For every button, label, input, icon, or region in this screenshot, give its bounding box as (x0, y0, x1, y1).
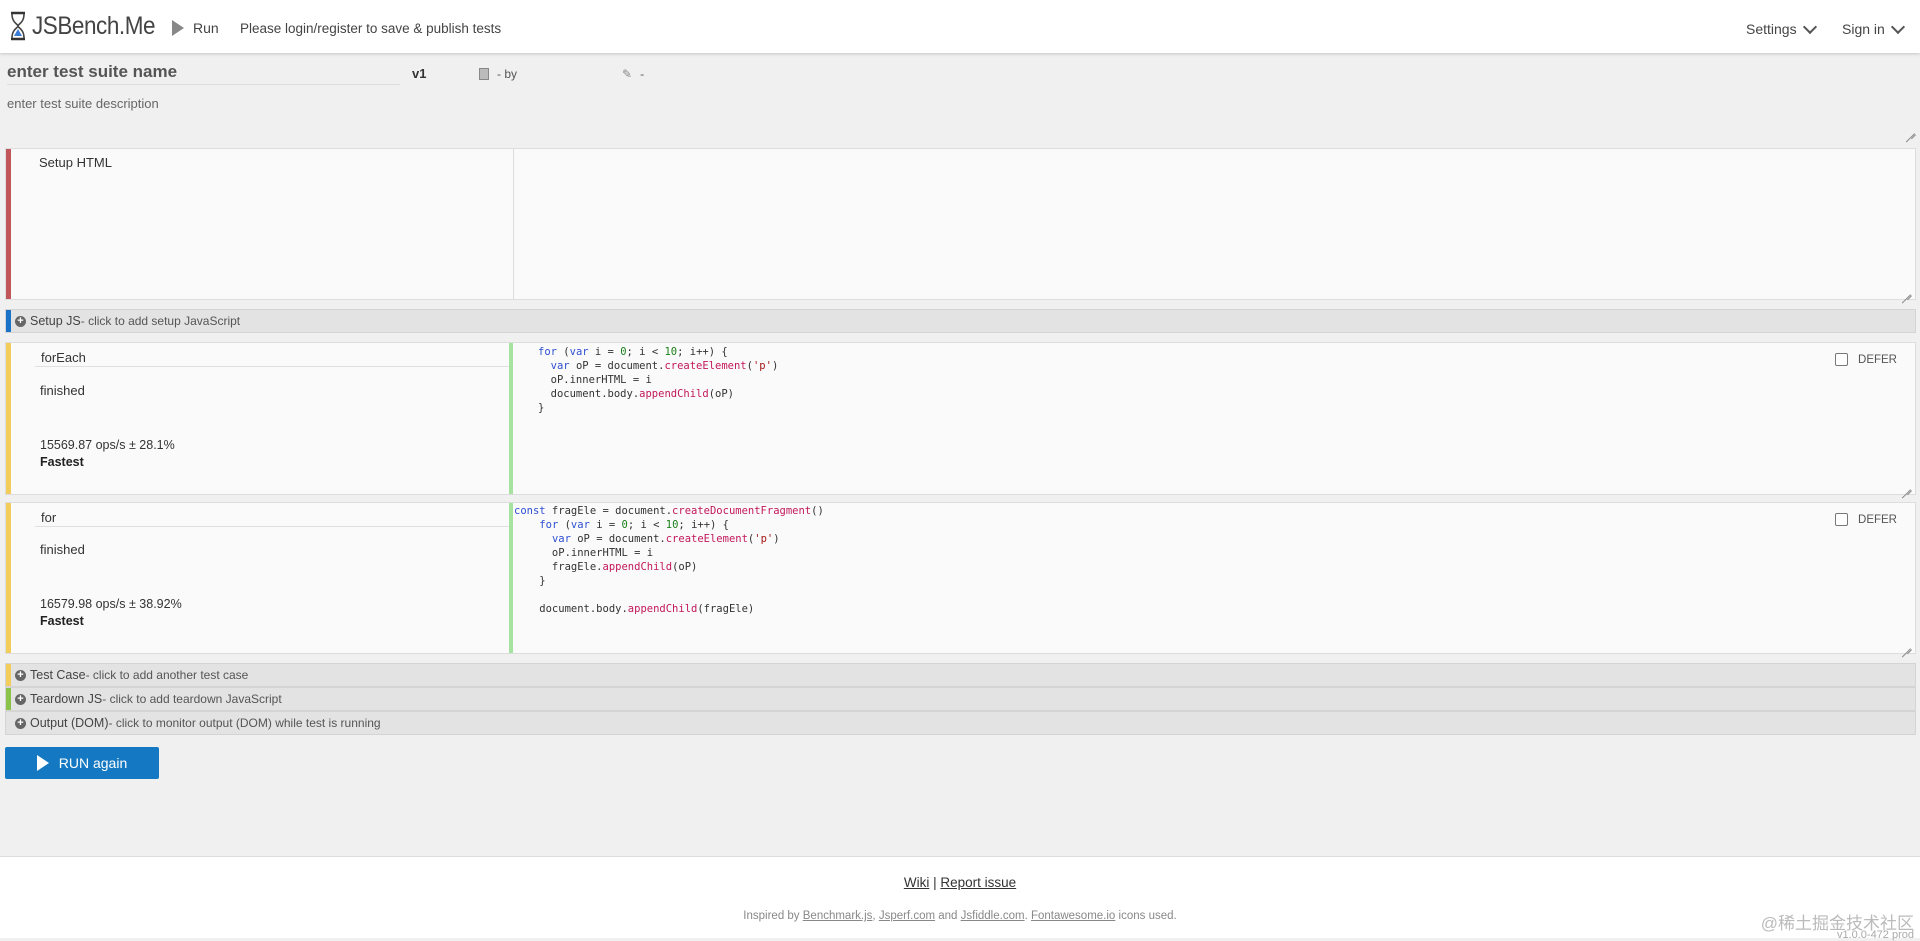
test-case-accent (6, 343, 11, 494)
test-case-panel: finished 16579.98 ops/s ± 38.92% Fastest… (5, 502, 1916, 654)
plus-circle-icon: + (15, 693, 26, 705)
defer-option[interactable]: DEFER (1835, 513, 1897, 526)
defer-label: DEFER (1858, 353, 1897, 366)
teardown-js-row[interactable]: + Teardown JS - click to add teardown Ja… (5, 687, 1916, 711)
jsfiddle-link[interactable]: Jsfiddle.com (961, 910, 1025, 922)
plus-circle-icon: + (15, 669, 26, 681)
plus-circle-icon: + (15, 717, 26, 729)
play-icon (36, 755, 49, 771)
footer-separator: | (933, 875, 937, 890)
benchmarkjs-link[interactable]: Benchmark.js (803, 910, 873, 922)
test-case-accent (6, 503, 11, 653)
output-accent (6, 712, 11, 734)
teardown-accent (6, 688, 11, 710)
footer-credit: Inspired by Benchmark.js, Jsperf.com and… (743, 910, 1177, 922)
test-case-code-editor[interactable]: for (var i = 0; i < 10; i++) { var oP = … (514, 343, 1915, 494)
teardown-title: Teardown JS (30, 692, 103, 706)
author-by-text: - by (497, 67, 518, 81)
test-case-status: finished (40, 383, 85, 398)
run-nav-label: Run (193, 20, 219, 36)
setup-js-hint: - click to add setup JavaScript (80, 314, 241, 328)
test-case-rank: Fastest (40, 455, 84, 469)
signin-label: Sign in (1842, 21, 1885, 37)
jsperf-link[interactable]: Jsperf.com (879, 910, 935, 922)
edit-meta-text: - (640, 67, 645, 81)
resize-handle[interactable] (1902, 481, 1912, 491)
suite-description-input[interactable] (7, 96, 1913, 134)
fontawesome-link[interactable]: Fontawesome.io (1031, 910, 1115, 922)
chevron-down-icon (1890, 19, 1905, 34)
resize-handle[interactable] (1902, 640, 1912, 650)
output-dom-row[interactable]: + Output (DOM) - click to monitor output… (5, 711, 1916, 735)
test-case-name-input[interactable] (35, 348, 513, 367)
credit-suffix: icons used. (1115, 910, 1177, 922)
test-case-panel: finished 15569.87 ops/s ± 28.1% Fastest … (5, 342, 1916, 495)
suite-name-input[interactable] (7, 60, 400, 85)
edit-meta: ✎ - (622, 67, 644, 81)
build-version: v1.0.0-472 prod (1836, 929, 1914, 941)
logo-text: JSBench.Me (32, 11, 156, 40)
test-case-ops: 15569.87 ops/s ± 28.1% (40, 438, 175, 452)
setup-js-accent (6, 310, 11, 332)
defer-checkbox[interactable] (1835, 353, 1849, 366)
settings-label: Settings (1746, 21, 1797, 37)
test-case-accent (6, 664, 11, 686)
document-icon (479, 68, 489, 80)
test-case-status: finished (40, 542, 85, 557)
chevron-down-icon (1802, 19, 1817, 34)
footer: Wiki | Report issue Inspired by Benchmar… (0, 856, 1920, 941)
login-register-notice[interactable]: Please login/register to save & publish … (240, 21, 501, 36)
defer-checkbox[interactable] (1835, 513, 1849, 526)
setup-html-label: Setup HTML (39, 155, 112, 170)
version-label: v1 (412, 66, 427, 81)
test-case-code-editor[interactable]: const fragEle = document.createDocumentF… (514, 503, 1915, 653)
wiki-link[interactable]: Wiki (904, 875, 930, 890)
run-nav-button[interactable]: Run (172, 20, 219, 36)
code-separator (509, 343, 513, 494)
setup-js-row[interactable]: + Setup JS - click to add setup JavaScri… (5, 309, 1916, 333)
footer-links: Wiki | Report issue (0, 875, 1920, 890)
add-test-case-hint: - click to add another test case (85, 668, 249, 682)
defer-label: DEFER (1858, 513, 1897, 526)
credit-and: and (935, 910, 961, 922)
logo[interactable]: JSBench.Me (8, 10, 169, 42)
output-hint: - click to monitor output (DOM) while te… (108, 716, 381, 730)
credit-prefix: Inspired by (743, 910, 803, 922)
defer-option[interactable]: DEFER (1835, 353, 1897, 366)
top-navbar: JSBench.Me Run Please login/register to … (0, 0, 1920, 53)
test-case-code: for (var i = 0; i < 10; i++) { var oP = … (538, 346, 779, 414)
output-title: Output (DOM) (30, 716, 109, 730)
play-icon (172, 20, 184, 36)
run-again-label: RUN again (58, 755, 128, 771)
teardown-hint: - click to add teardown JavaScript (102, 692, 282, 706)
setup-js-title: Setup JS (30, 314, 81, 328)
setup-html-panel: Setup HTML (5, 148, 1916, 300)
test-case-name-input[interactable] (35, 508, 513, 527)
hourglass-logo-icon (11, 11, 25, 41)
settings-menu[interactable]: Settings (1746, 19, 1817, 37)
add-test-case-row[interactable]: + Test Case - click to add another test … (5, 663, 1916, 687)
author-meta: - by (479, 67, 517, 81)
test-case-rank: Fastest (40, 614, 84, 628)
resize-handle[interactable] (1906, 125, 1916, 135)
setup-html-editor[interactable] (514, 149, 1915, 299)
signin-menu[interactable]: Sign in (1842, 19, 1905, 37)
resize-handle[interactable] (1902, 286, 1912, 296)
run-again-button[interactable]: RUN again (5, 747, 159, 779)
plus-circle-icon: + (15, 315, 26, 327)
setup-html-label-column: Setup HTML (11, 149, 514, 299)
test-case-ops: 16579.98 ops/s ± 38.92% (40, 597, 182, 611)
test-case-code: const fragEle = document.createDocumentF… (514, 505, 824, 615)
pencil-icon: ✎ (622, 67, 633, 81)
code-separator (509, 503, 513, 653)
report-issue-link[interactable]: Report issue (940, 875, 1016, 890)
add-test-case-title: Test Case (30, 668, 86, 682)
